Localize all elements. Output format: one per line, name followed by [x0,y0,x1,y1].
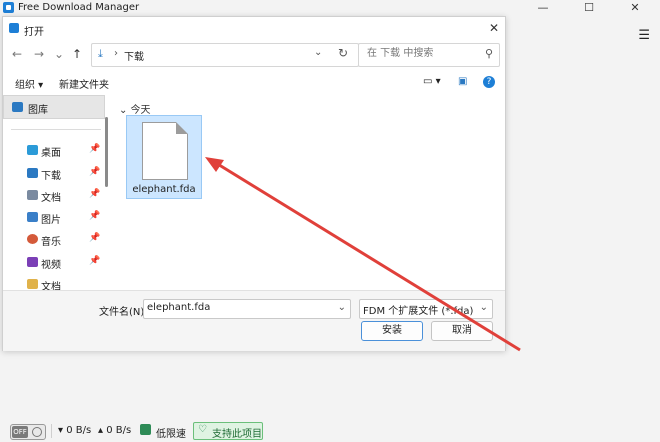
speed-mode-icon [32,427,42,437]
support-project-button[interactable]: ♡ 支持此项目 [193,422,263,440]
heart-icon: ♡ [198,424,207,435]
traffic-toggle[interactable]: OFF [10,424,46,440]
status-divider [51,424,52,438]
upload-speed: ▴ 0 B/s [98,425,132,436]
annotation-arrow [205,157,521,352]
download-speed: ▾ 0 B/s [58,425,92,436]
low-speed-label[interactable]: 低限速 [156,425,186,440]
arrow-shaft [215,161,521,352]
off-label: OFF [12,426,28,438]
low-speed-icon[interactable] [140,424,151,435]
status-bar: OFF ▾ 0 B/s ▴ 0 B/s 低限速 ♡ 支持此项目 [0,420,660,442]
support-label: 支持此项目 [212,429,262,440]
